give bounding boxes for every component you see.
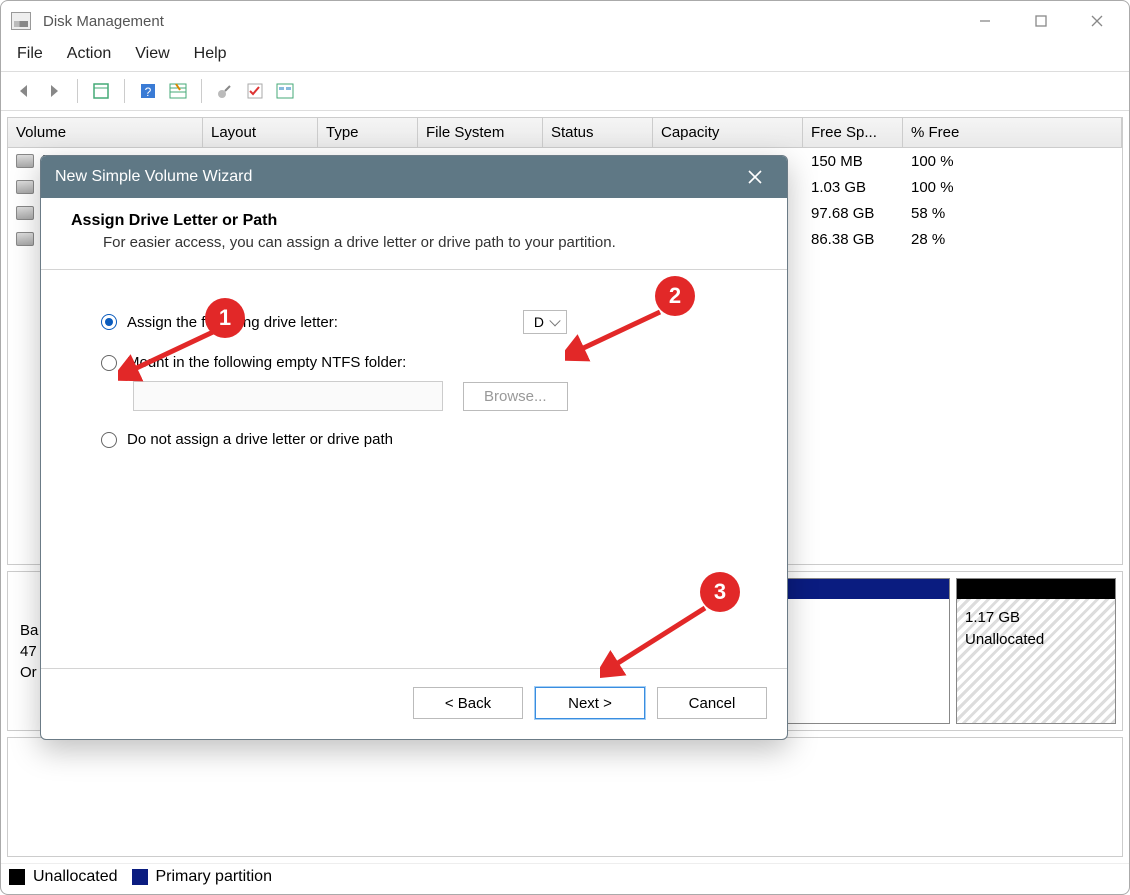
toolbar-help-icon[interactable]: ? bbox=[135, 78, 161, 104]
volume-table-header: Volume Layout Type File System Status Ca… bbox=[8, 118, 1122, 148]
cancel-button[interactable]: Cancel bbox=[657, 687, 767, 719]
svg-text:?: ? bbox=[145, 85, 152, 99]
radio-no-letter-label: Do not assign a drive letter or drive pa… bbox=[127, 431, 393, 448]
maximize-button[interactable] bbox=[1013, 3, 1069, 39]
minimize-button[interactable] bbox=[957, 3, 1013, 39]
toolbar: ? bbox=[1, 71, 1129, 111]
drive-icon bbox=[16, 154, 34, 168]
next-button[interactable]: Next > bbox=[535, 687, 645, 719]
toolbar-properties-icon[interactable] bbox=[88, 78, 114, 104]
empty-pane bbox=[7, 737, 1123, 857]
annotation-marker-1: 1 bbox=[205, 298, 245, 338]
legend-label-primary: Primary partition bbox=[156, 868, 272, 886]
menu-view[interactable]: View bbox=[135, 45, 169, 63]
legend: Unallocated Primary partition bbox=[1, 863, 1129, 894]
col-fs[interactable]: File System bbox=[418, 118, 543, 147]
menu-action[interactable]: Action bbox=[67, 45, 111, 63]
close-button[interactable] bbox=[1069, 3, 1125, 39]
drive-icon bbox=[16, 180, 34, 194]
radio-assign-letter[interactable] bbox=[101, 314, 117, 330]
col-status[interactable]: Status bbox=[543, 118, 653, 147]
drive-icon bbox=[16, 232, 34, 246]
menu-file[interactable]: File bbox=[17, 45, 43, 63]
legend-label-unallocated: Unallocated bbox=[33, 868, 118, 886]
toolbar-check-icon[interactable] bbox=[242, 78, 268, 104]
browse-button: Browse... bbox=[463, 382, 568, 411]
col-pfree[interactable]: % Free bbox=[903, 118, 1122, 147]
dialog-titlebar: New Simple Volume Wizard bbox=[41, 156, 787, 198]
toolbar-separator bbox=[201, 79, 202, 103]
nav-back-icon[interactable] bbox=[11, 78, 37, 104]
back-button[interactable]: < Back bbox=[413, 687, 523, 719]
col-volume[interactable]: Volume bbox=[8, 118, 203, 147]
menu-help[interactable]: Help bbox=[194, 45, 227, 63]
nav-forward-icon[interactable] bbox=[41, 78, 67, 104]
legend-swatch-primary bbox=[132, 869, 148, 885]
toolbar-layout-icon[interactable] bbox=[272, 78, 298, 104]
col-type[interactable]: Type bbox=[318, 118, 418, 147]
annotation-marker-2: 2 bbox=[655, 276, 695, 316]
titlebar: Disk Management bbox=[1, 1, 1129, 41]
radio-no-letter[interactable] bbox=[101, 432, 117, 448]
dialog-close-button[interactable] bbox=[737, 159, 773, 195]
annotation-arrow-3 bbox=[600, 598, 720, 678]
dialog-title: New Simple Volume Wizard bbox=[55, 168, 252, 186]
toolbar-list-icon[interactable] bbox=[165, 78, 191, 104]
toolbar-separator bbox=[77, 79, 78, 103]
radio-mount-folder[interactable] bbox=[101, 355, 117, 371]
col-layout[interactable]: Layout bbox=[203, 118, 318, 147]
wizard-heading: Assign Drive Letter or Path bbox=[71, 212, 757, 230]
drive-icon bbox=[16, 206, 34, 220]
legend-swatch-unallocated bbox=[9, 869, 25, 885]
partition-unallocated[interactable]: 1.17 GB Unallocated bbox=[956, 578, 1116, 724]
annotation-arrow-2 bbox=[565, 302, 675, 362]
col-capacity[interactable]: Capacity bbox=[653, 118, 803, 147]
menubar: File Action View Help bbox=[1, 41, 1129, 71]
col-free[interactable]: Free Sp... bbox=[803, 118, 903, 147]
annotation-marker-3: 3 bbox=[700, 572, 740, 612]
toolbar-separator bbox=[124, 79, 125, 103]
drive-letter-select[interactable]: D bbox=[523, 310, 567, 334]
window-title: Disk Management bbox=[43, 13, 164, 30]
mount-path-input bbox=[133, 381, 443, 411]
wizard-subtext: For easier access, you can assign a driv… bbox=[71, 234, 757, 251]
app-icon bbox=[11, 12, 31, 30]
toolbar-settings-icon[interactable] bbox=[212, 78, 238, 104]
